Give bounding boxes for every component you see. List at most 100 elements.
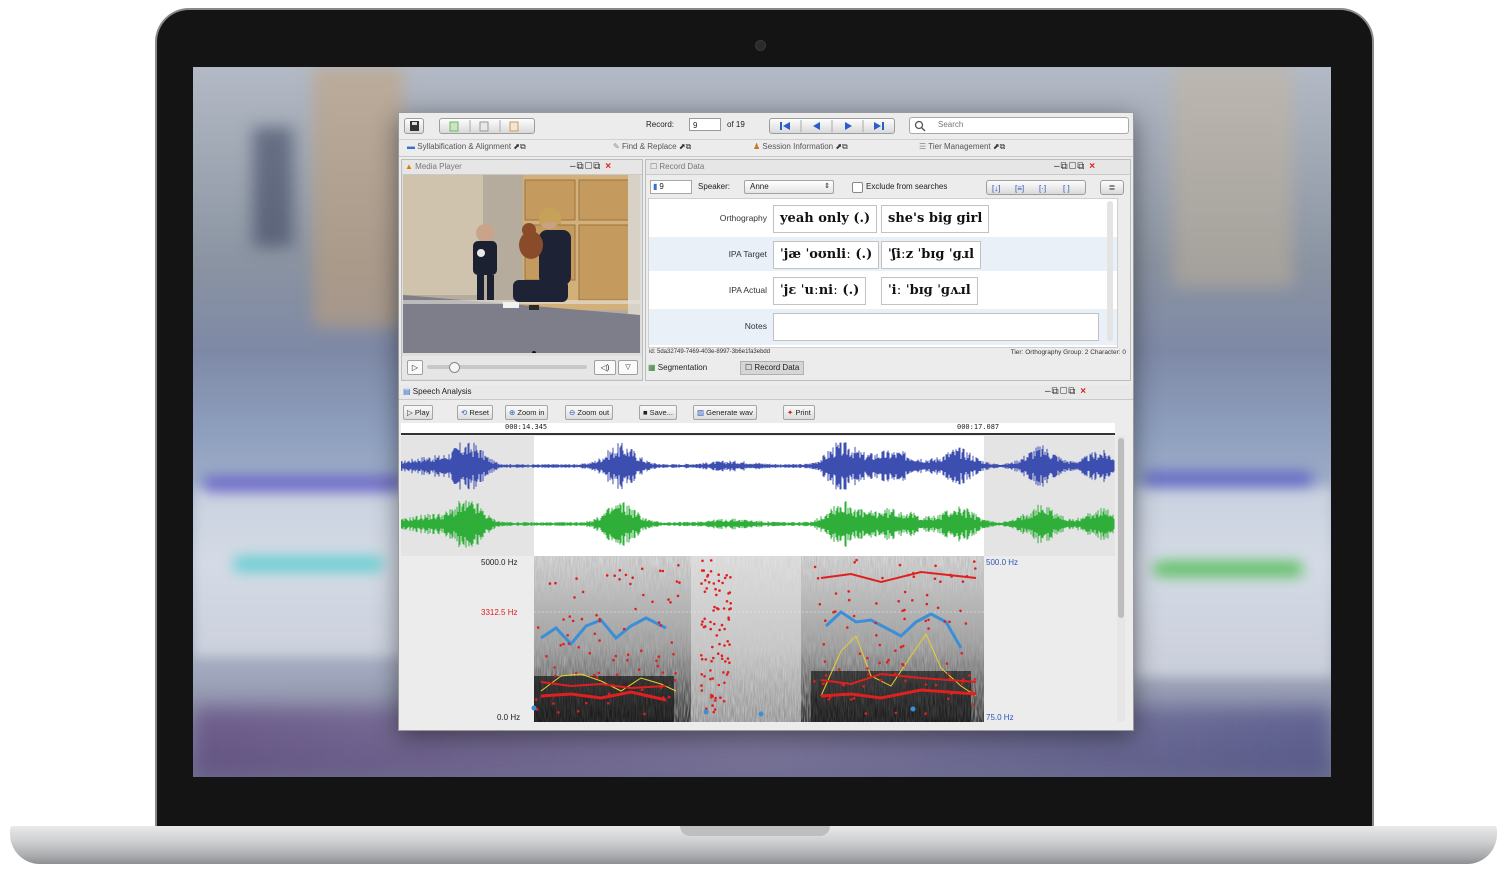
zoom-in-button[interactable]: ⊕ Zoom in [505,405,549,420]
pin-icon[interactable]: ⬈⧉ [993,142,1005,151]
formant-point [862,685,865,688]
ipa-target-group-2[interactable]: ˈʃiːz ˈbɪɡ ˈɡɹl [881,241,982,269]
zoom-out-button[interactable]: ⊖ Zoom out [565,405,614,420]
formant-point [629,582,632,586]
formant-point [545,655,548,658]
seek-handle[interactable] [449,362,460,373]
formant-point [557,711,560,714]
tab-find-replace[interactable]: ✎ Find & Replace ⬈⧉ [613,140,691,154]
panel-window-controls[interactable]: –⧉▢⧉ × [1054,161,1096,173]
formant-point [711,645,714,649]
merge-group-icon[interactable]: [≡] [1015,184,1024,193]
generate-wav-button[interactable]: ▨ Generate wav [693,405,757,420]
tab-syllabification[interactable]: ▬ Syllabification & Alignment ⬈⧉ [407,140,526,154]
search-input[interactable] [938,119,1118,130]
ipa-actual-group-2[interactable]: ˈiː ˈbɪɡ ˈɡʌɹl [881,277,978,305]
formant-point [841,683,844,686]
save-button[interactable] [404,118,424,134]
record-menu-button[interactable]: ≣ [1100,180,1124,195]
formant-point [669,601,672,604]
tab-label: Session Information [762,142,834,151]
formant-point [715,634,719,637]
chevron-down-icon: ▽ [625,364,631,371]
formant-point [559,644,562,647]
formant-point [622,627,626,631]
tab-tier-management[interactable]: ☰ Tier Management ⬈⧉ [919,140,1005,154]
seek-slider[interactable] [427,362,587,373]
record-bottom-tabs: ▦ Segmentation ☐ Record Data [648,360,828,376]
formant-point [847,590,850,593]
tab-segmentation[interactable]: ▦ Segmentation [648,361,707,375]
formant-point [592,673,596,677]
record-number-spinner[interactable]: ▮ 9 [650,180,692,194]
spectrogram-area[interactable]: 5000.0 Hz 3312.5 Hz 0.0 Hz 500.0 Hz 75.0… [401,556,1115,722]
delete-group-icon[interactable]: [ ] [1063,184,1070,193]
previous-record-icon[interactable] [813,122,820,130]
first-record-icon[interactable] [780,122,790,130]
group-tools: [↓] [≡] [·] [ ] [986,180,1086,195]
record-number-field[interactable]: 9 [689,118,721,131]
formant-point [711,677,715,680]
split-group-icon[interactable]: [·] [1039,184,1046,193]
last-record-icon[interactable] [874,122,884,130]
orthography-group-1[interactable]: yeah only (.) [773,205,878,233]
duplicate-record-icon[interactable] [479,121,489,132]
panel-window-controls[interactable]: –⧉▢⧉ × [1045,386,1087,398]
scrollbar-thumb[interactable] [1118,438,1124,618]
reset-button[interactable]: ⟲ Reset [457,405,493,420]
ipa-target-group-1[interactable]: ˈjæ ˈoʊnliː (.) [773,241,880,269]
tier-status: Tier: Orthography Group: 2 Character: 0 [1010,349,1126,356]
add-record-icon[interactable] [449,121,459,132]
formant-point [725,600,729,603]
formant-point [968,674,971,677]
panel-window-controls[interactable]: –⧉▢⧉ × [570,161,612,173]
formant-point [593,632,597,636]
formant-point [577,646,580,649]
formant-point [709,559,713,562]
close-icon[interactable]: × [605,161,612,172]
ipa-actual-group-1[interactable]: ˈjɛ ˈuːniː (.) [773,277,867,305]
button-label: Print [795,408,811,417]
speech-analysis-scrollbar[interactable] [1117,436,1125,721]
notes-field[interactable] [773,313,1099,341]
formant-point [643,694,647,698]
formant-point [879,679,883,682]
tier-grid: Orthography yeah only (.) she's big girl… [648,198,1118,348]
delete-record-icon[interactable] [509,121,519,132]
tier-grid-scrollbar[interactable] [1107,201,1113,341]
play-audio-button[interactable]: ▷ Play [403,405,434,420]
media-menu-button[interactable]: ▽ [618,360,638,375]
formant-point [834,592,838,595]
save-audio-button[interactable]: ■ Save... [639,405,677,420]
search-field[interactable] [909,117,1129,134]
exclude-checkbox[interactable] [852,182,863,193]
formant-point [716,652,720,655]
formant-point [936,606,940,610]
speaker-select[interactable]: Anne ⇕ [744,180,834,194]
formant-point [573,596,576,599]
formant-point [700,657,704,661]
play-button[interactable]: ▷ [407,360,423,375]
wallpaper-wave [203,477,403,491]
tab-record-data[interactable]: ☐ Record Data [740,361,805,375]
orthography-group-2[interactable]: she's big girl [881,205,990,233]
formant-point [927,618,930,622]
wallpaper-wave [233,557,383,571]
waveform-area[interactable] [401,436,1115,556]
close-icon[interactable]: × [1089,161,1096,172]
print-button[interactable]: ✦ Print [783,405,815,420]
phon-app-window: Record: 9 of 19 ▬ Syllabification & Alig… [398,112,1134,731]
pin-icon[interactable]: ⬈⧉ [513,142,525,151]
tab-session-information[interactable]: ♟ Session Information ⬈⧉ [753,140,848,154]
next-record-icon[interactable] [845,122,852,130]
video-frame[interactable] [403,175,640,353]
close-icon[interactable]: × [1080,386,1087,397]
timeline-ruler[interactable]: 000:14.345 000:17.087 [401,423,1115,435]
new-group-icon[interactable]: [↓] [992,184,1000,193]
pin-icon[interactable]: ⬈⧉ [835,142,847,151]
formant-point [943,620,947,623]
pin-icon[interactable]: ⬈⧉ [679,142,691,151]
formant-point [712,710,715,714]
formant-point [624,573,628,577]
volume-button[interactable]: ◁) [594,360,616,375]
